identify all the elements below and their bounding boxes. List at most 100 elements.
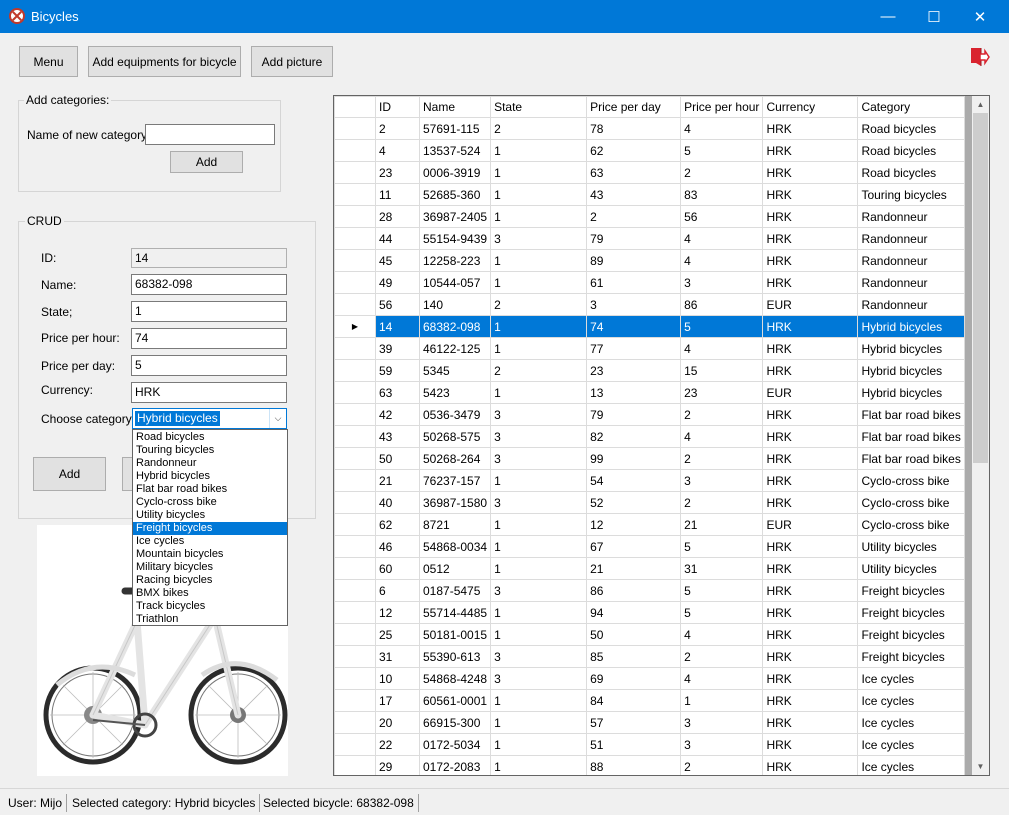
table-cell[interactable]: 1 bbox=[490, 711, 588, 734]
table-cell[interactable]: 68382-098 bbox=[418, 315, 492, 338]
row-header[interactable] bbox=[334, 139, 376, 162]
table-cell[interactable]: HRK bbox=[762, 733, 859, 756]
row-header[interactable] bbox=[334, 733, 376, 756]
table-cell[interactable]: 78 bbox=[586, 117, 682, 140]
table-cell[interactable]: HRK bbox=[762, 161, 859, 184]
chevron-down-icon[interactable]: ⌵ bbox=[269, 409, 286, 428]
table-cell[interactable]: 12 bbox=[375, 601, 420, 624]
table-row[interactable]: 56 140 2 3 86 EUR Randonneur bbox=[334, 293, 965, 316]
table-cell[interactable]: 1 bbox=[490, 161, 588, 184]
row-header[interactable] bbox=[334, 337, 376, 360]
table-cell[interactable]: HRK bbox=[762, 645, 859, 668]
table-cell[interactable]: Cyclo-cross bike bbox=[857, 469, 965, 492]
table-cell[interactable]: 31 bbox=[680, 557, 764, 580]
table-cell[interactable]: 62 bbox=[375, 513, 420, 536]
table-cell[interactable]: HRK bbox=[762, 623, 859, 646]
table-cell[interactable]: 84 bbox=[586, 689, 682, 712]
table-cell[interactable]: 42 bbox=[375, 403, 420, 426]
table-cell[interactable]: 50268-575 bbox=[418, 425, 492, 448]
dropdown-option[interactable]: Racing bicycles bbox=[133, 574, 287, 587]
table-cell[interactable]: 3 bbox=[586, 293, 682, 316]
table-row[interactable]: 23 0006-3919 1 63 2 HRK Road bicycles bbox=[334, 161, 965, 184]
table-cell[interactable]: 46122-125 bbox=[418, 337, 492, 360]
table-cell[interactable]: HRK bbox=[762, 667, 859, 690]
column-header[interactable]: Currency bbox=[762, 96, 859, 118]
table-cell[interactable]: 83 bbox=[680, 183, 764, 206]
table-row[interactable]: 6 0187-5475 3 86 5 HRK Freight bicycles bbox=[334, 579, 965, 602]
table-cell[interactable]: 21 bbox=[586, 557, 682, 580]
table-cell[interactable]: 1 bbox=[490, 271, 588, 294]
table-cell[interactable]: HRK bbox=[762, 183, 859, 206]
table-cell[interactable]: HRK bbox=[762, 711, 859, 734]
table-cell[interactable]: 1 bbox=[490, 535, 588, 558]
table-row[interactable]: 2 57691-115 2 78 4 HRK Road bicycles bbox=[334, 117, 965, 140]
table-cell[interactable]: EUR bbox=[762, 381, 859, 404]
row-header[interactable] bbox=[334, 381, 376, 404]
table-cell[interactable]: 1 bbox=[490, 733, 588, 756]
table-cell[interactable]: 3 bbox=[490, 645, 588, 668]
table-cell[interactable]: 8721 bbox=[418, 513, 492, 536]
table-cell[interactable]: HRK bbox=[762, 139, 859, 162]
table-cell[interactable]: Road bicycles bbox=[857, 161, 965, 184]
row-header[interactable] bbox=[334, 579, 376, 602]
table-row[interactable]: 11 52685-360 1 43 83 HRK Touring bicycles bbox=[334, 183, 965, 206]
table-cell[interactable]: 50268-264 bbox=[418, 447, 492, 470]
table-row[interactable]: 50 50268-264 3 99 2 HRK Flat bar road bikes bbox=[334, 447, 965, 470]
table-cell[interactable]: HRK bbox=[762, 557, 859, 580]
table-cell[interactable]: 3 bbox=[680, 469, 764, 492]
dropdown-option[interactable]: Triathlon bbox=[133, 613, 287, 626]
table-cell[interactable]: HRK bbox=[762, 425, 859, 448]
table-cell[interactable]: 56 bbox=[680, 205, 764, 228]
table-cell[interactable]: 3 bbox=[680, 733, 764, 756]
table-cell[interactable]: 4 bbox=[680, 623, 764, 646]
table-row[interactable]: 49 10544-057 1 61 3 HRK Randonneur bbox=[334, 271, 965, 294]
dropdown-option[interactable]: Cyclo-cross bike bbox=[133, 496, 287, 509]
crud-add-button[interactable]: Add bbox=[33, 457, 106, 491]
table-cell[interactable]: Randonneur bbox=[857, 205, 965, 228]
table-cell[interactable]: 36987-2405 bbox=[418, 205, 492, 228]
dropdown-option[interactable]: Mountain bicycles bbox=[133, 548, 287, 561]
table-cell[interactable]: 2 bbox=[490, 117, 588, 140]
table-cell[interactable]: 57 bbox=[586, 711, 682, 734]
table-cell[interactable]: 61 bbox=[586, 271, 682, 294]
category-combobox[interactable]: Hybrid bicycles ⌵ bbox=[132, 408, 287, 429]
table-cell[interactable]: 55390-613 bbox=[418, 645, 492, 668]
table-cell[interactable]: HRK bbox=[762, 447, 859, 470]
column-header[interactable]: State bbox=[490, 96, 588, 118]
table-cell[interactable]: Freight bicycles bbox=[857, 601, 965, 624]
table-cell[interactable]: 43 bbox=[375, 425, 420, 448]
table-cell[interactable]: 56 bbox=[375, 293, 420, 316]
category-dropdown-list[interactable]: Road bicycles Touring bicycles Randonneur H… bbox=[132, 429, 288, 626]
table-row[interactable]: 59 5345 2 23 15 HRK Hybrid bicycles bbox=[334, 359, 965, 382]
table-cell[interactable]: 4 bbox=[375, 139, 420, 162]
table-cell[interactable]: 99 bbox=[586, 447, 682, 470]
price-per-day-field[interactable]: 5 bbox=[131, 355, 287, 376]
table-cell[interactable]: 54868-0034 bbox=[418, 535, 492, 558]
table-cell[interactable]: 59 bbox=[375, 359, 420, 382]
state-field[interactable]: 1 bbox=[131, 301, 287, 322]
table-cell[interactable]: Randonneur bbox=[857, 249, 965, 272]
table-cell[interactable]: 50 bbox=[375, 447, 420, 470]
table-row[interactable]: 10 54868-4248 3 69 4 HRK Ice cycles bbox=[334, 667, 965, 690]
table-cell[interactable]: Freight bicycles bbox=[857, 579, 965, 602]
table-row[interactable]: 17 60561-0001 1 84 1 HRK Ice cycles bbox=[334, 689, 965, 712]
table-cell[interactable]: HRK bbox=[762, 579, 859, 602]
dropdown-option[interactable]: Road bicycles bbox=[133, 431, 287, 444]
row-header[interactable]: ▶ bbox=[334, 315, 376, 338]
row-header[interactable] bbox=[334, 271, 376, 294]
table-cell[interactable]: HRK bbox=[762, 315, 859, 338]
table-cell[interactable]: 5 bbox=[680, 139, 764, 162]
row-header[interactable] bbox=[334, 249, 376, 272]
table-cell[interactable]: HRK bbox=[762, 755, 859, 775]
table-cell[interactable]: 76237-157 bbox=[418, 469, 492, 492]
table-cell[interactable]: 1 bbox=[490, 557, 588, 580]
table-cell[interactable]: 1 bbox=[490, 183, 588, 206]
table-cell[interactable]: 1 bbox=[490, 601, 588, 624]
table-cell[interactable]: 1 bbox=[490, 755, 588, 775]
add-equipment-button[interactable]: Add equipments for bicycle bbox=[88, 46, 241, 77]
table-cell[interactable]: 4 bbox=[680, 227, 764, 250]
row-header[interactable] bbox=[334, 161, 376, 184]
table-cell[interactable]: 3 bbox=[490, 403, 588, 426]
table-cell[interactable]: 6 bbox=[375, 579, 420, 602]
row-header[interactable] bbox=[334, 645, 376, 668]
